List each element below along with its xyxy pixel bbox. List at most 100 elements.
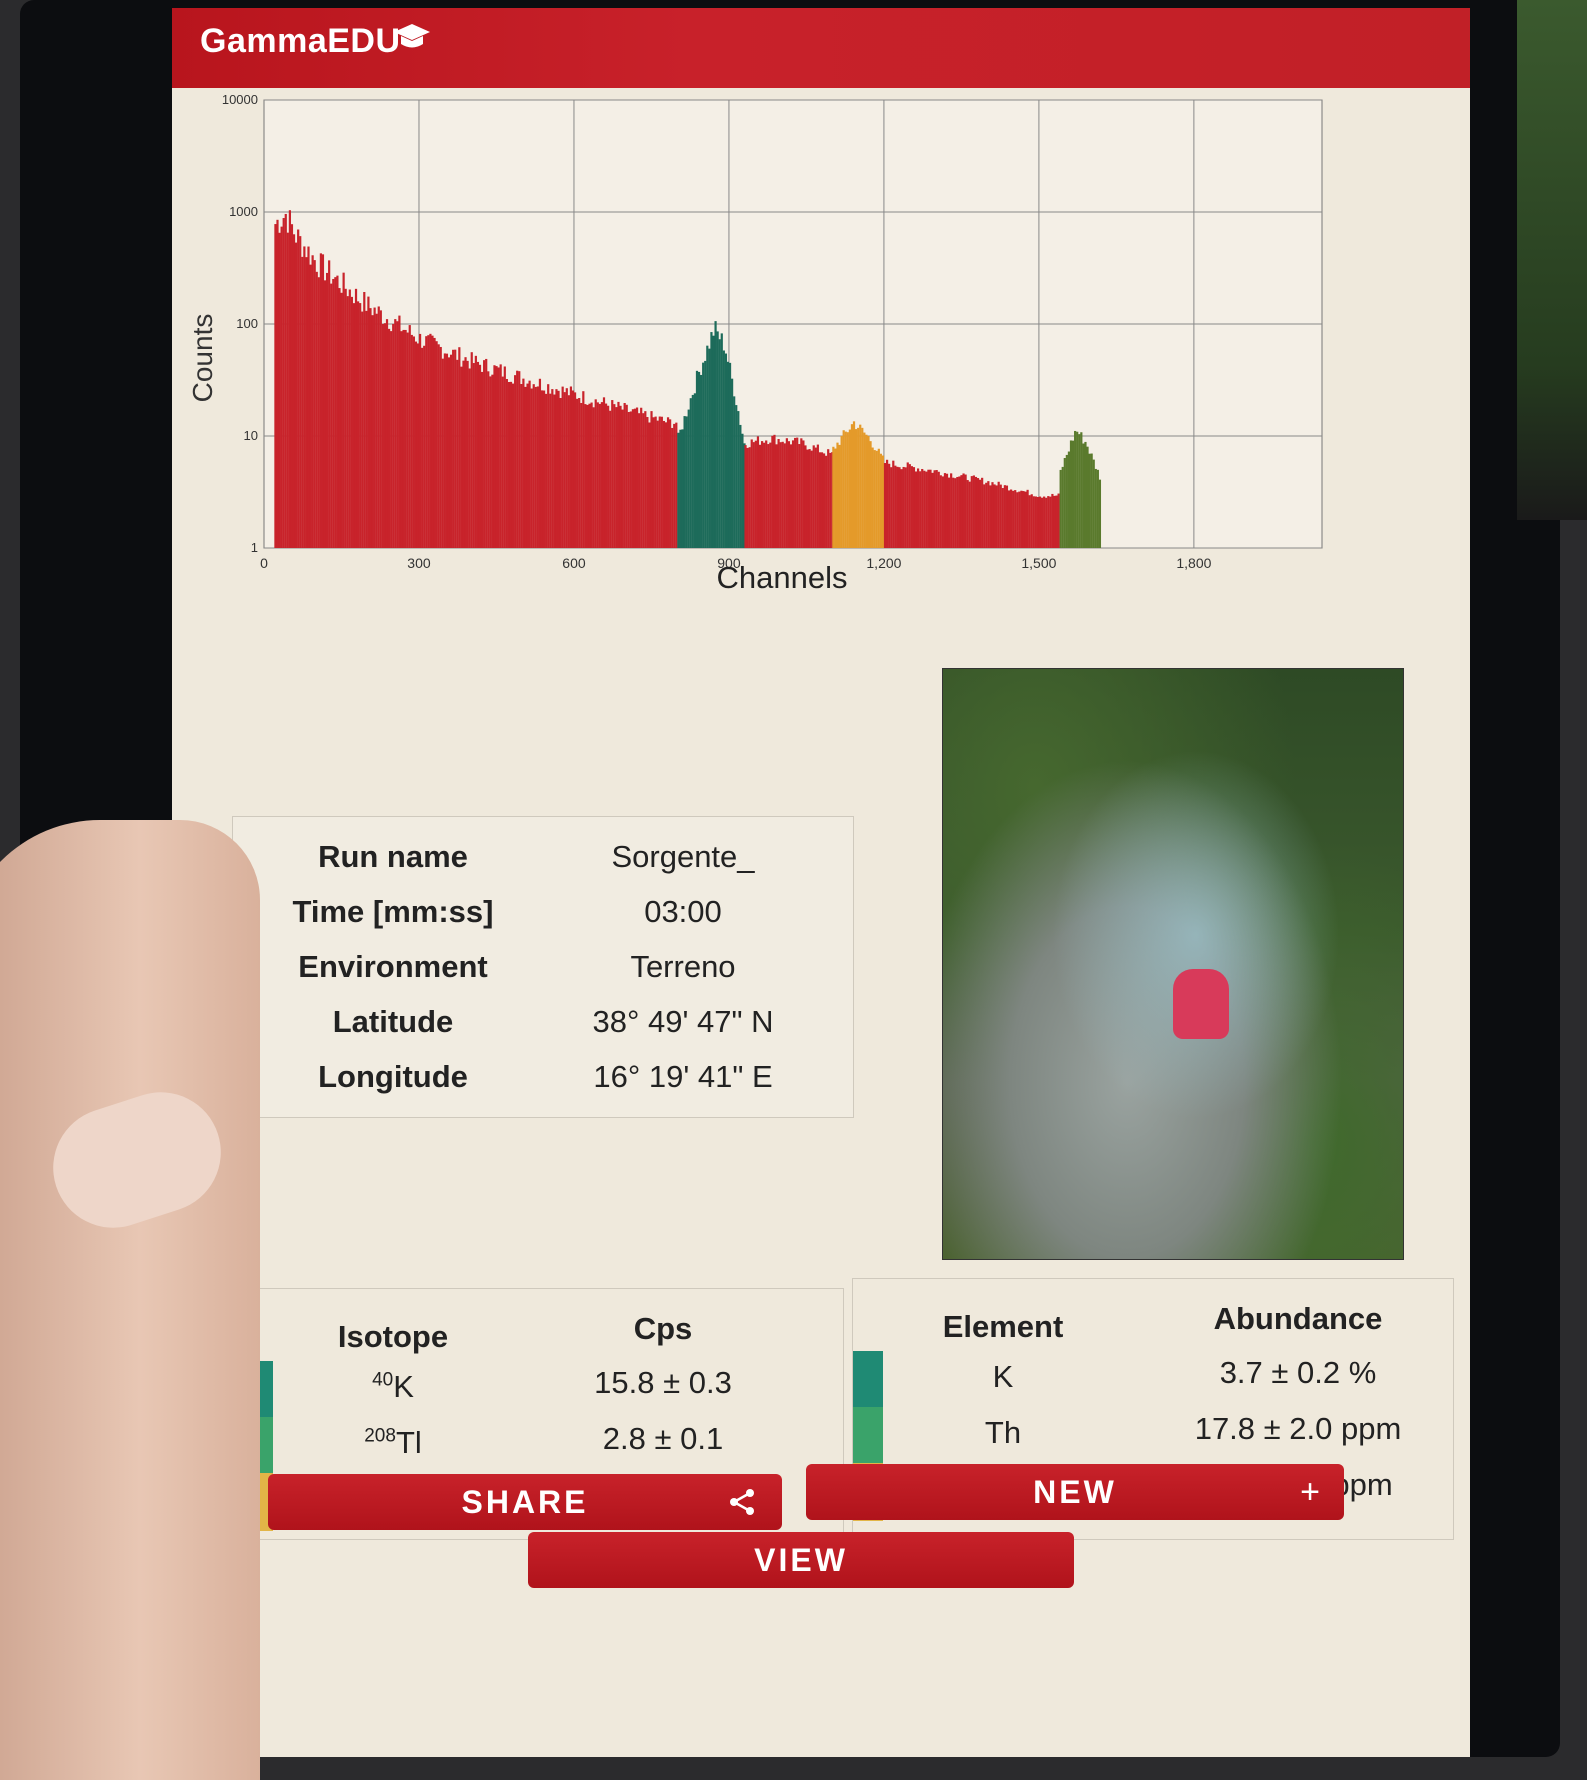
spectrum-bar: [1057, 493, 1060, 548]
x-tick-label: 0: [260, 555, 268, 571]
spectrum-bar: [573, 392, 577, 548]
spectrum-bar: [449, 354, 453, 548]
spectrum-bar: [987, 481, 990, 548]
spectrum-bar: [726, 361, 730, 548]
spectrum-bar: [294, 242, 298, 549]
spectrum-bar: [466, 360, 469, 548]
spectrum-bar: [505, 378, 508, 548]
spectrum-bar: [771, 435, 774, 548]
run-info-value: Terreno: [630, 949, 736, 984]
spectrum-bar: [802, 440, 805, 548]
spectrum-bar: [474, 355, 477, 548]
spectrum-bar: [695, 370, 699, 548]
spectrum-bar: [1051, 493, 1054, 548]
spectrum-bar: [972, 475, 975, 548]
spectrum-bar: [1003, 485, 1006, 548]
spectrum-bar: [567, 395, 570, 548]
spectrum-bar: [460, 366, 463, 548]
spectrum-bar: [598, 403, 601, 548]
spectrum-bar: [898, 467, 901, 548]
spectrum-bar: [350, 296, 353, 548]
spectrum-bar: [718, 339, 721, 548]
spectrum-bar: [1090, 453, 1093, 548]
spectrum-bar: [328, 260, 331, 548]
spectrum-bar: [619, 405, 622, 548]
spectrum-bar: [829, 452, 832, 548]
spectrum-bar: [588, 403, 591, 548]
view-button[interactable]: VIEW: [528, 1532, 1074, 1588]
spectrum-bar: [660, 416, 663, 548]
spectrum-bar: [600, 402, 604, 548]
spectrum-bar: [857, 427, 860, 548]
spectrum-bar: [989, 485, 992, 548]
spectrum-bar: [1049, 496, 1052, 548]
spectrum-bar: [319, 253, 322, 548]
spectrum-bar: [681, 429, 684, 548]
spectrum-bar: [654, 416, 657, 548]
spectrum-bar: [509, 381, 513, 548]
spectrum-bar: [617, 401, 620, 548]
spectrum-bar: [834, 448, 837, 548]
spectrum-bar: [635, 407, 639, 548]
spectrum-bar: [935, 470, 938, 548]
spectrum-bar: [627, 412, 630, 548]
spectrum-bar: [472, 363, 475, 548]
share-button-label: SHARE: [461, 1484, 589, 1520]
spectrum-bar: [609, 410, 612, 548]
spectrum-bar: [447, 357, 451, 548]
spectrum-bar: [478, 364, 482, 548]
spectrum-bar: [377, 306, 380, 548]
spectrum-bar: [648, 422, 651, 548]
spectrum-bar: [693, 393, 697, 548]
spectrum-bar: [421, 347, 424, 548]
spectrum-bar: [290, 224, 294, 548]
spectrum-bar: [330, 283, 333, 548]
run-info-value: 16° 19' 41" E: [593, 1059, 773, 1094]
isotope-name: 40K: [283, 1369, 503, 1405]
spectrum-bar: [871, 447, 874, 548]
isotope-cps-value: 15.8 ± 0.3: [594, 1365, 732, 1400]
spectrum-bar: [580, 402, 583, 548]
spectrum-bar: [689, 398, 692, 548]
spectrum-bar: [950, 473, 953, 548]
spectrum-bar: [354, 288, 358, 548]
spectrum-bar: [968, 481, 971, 548]
spectrum-bar: [551, 389, 554, 548]
spectrum-bar: [1020, 490, 1023, 548]
spectrum-bar: [336, 275, 339, 548]
spectrum-bar: [323, 280, 327, 548]
spectrum-bar: [744, 445, 747, 548]
spectrum-bar: [937, 471, 940, 548]
spectrum-bar: [530, 388, 533, 548]
spectrum-bar: [342, 272, 345, 548]
spectrum-bar: [712, 335, 715, 548]
spectrum-bar: [908, 464, 911, 548]
element-symbol: Th: [984, 1415, 1022, 1450]
spectrum-bar: [613, 404, 616, 548]
spectrum-bar: [441, 358, 444, 548]
spectrum-bar: [787, 441, 791, 548]
spectrum-bar: [493, 365, 496, 548]
spectrum-bar: [724, 353, 728, 548]
spectrum-bar: [398, 315, 401, 548]
run-info-label: Longitude: [318, 1059, 468, 1094]
share-button[interactable]: SHARE: [268, 1474, 782, 1530]
spectrum-bar: [458, 347, 461, 548]
new-button[interactable]: NEW +: [806, 1464, 1344, 1520]
spectrum-bar: [325, 272, 329, 548]
spectrum-bar: [861, 427, 864, 548]
site-photo[interactable]: [942, 668, 1404, 1260]
spectrum-bar: [297, 229, 300, 549]
spectrum-bar: [414, 341, 418, 548]
spectrum-bar: [381, 323, 384, 548]
spectrum-bar: [410, 334, 413, 548]
spectrum-bar: [939, 475, 942, 548]
spectrum-bar: [1030, 494, 1033, 548]
spectrum-bar: [385, 319, 389, 548]
spectrum-bar: [1069, 440, 1073, 548]
spectrum-bar: [338, 288, 341, 548]
spectrum-bar: [964, 474, 967, 548]
spectrum-bar: [929, 469, 932, 548]
x-tick-label: 1,200: [866, 555, 901, 571]
spectrum-bar: [485, 358, 488, 548]
